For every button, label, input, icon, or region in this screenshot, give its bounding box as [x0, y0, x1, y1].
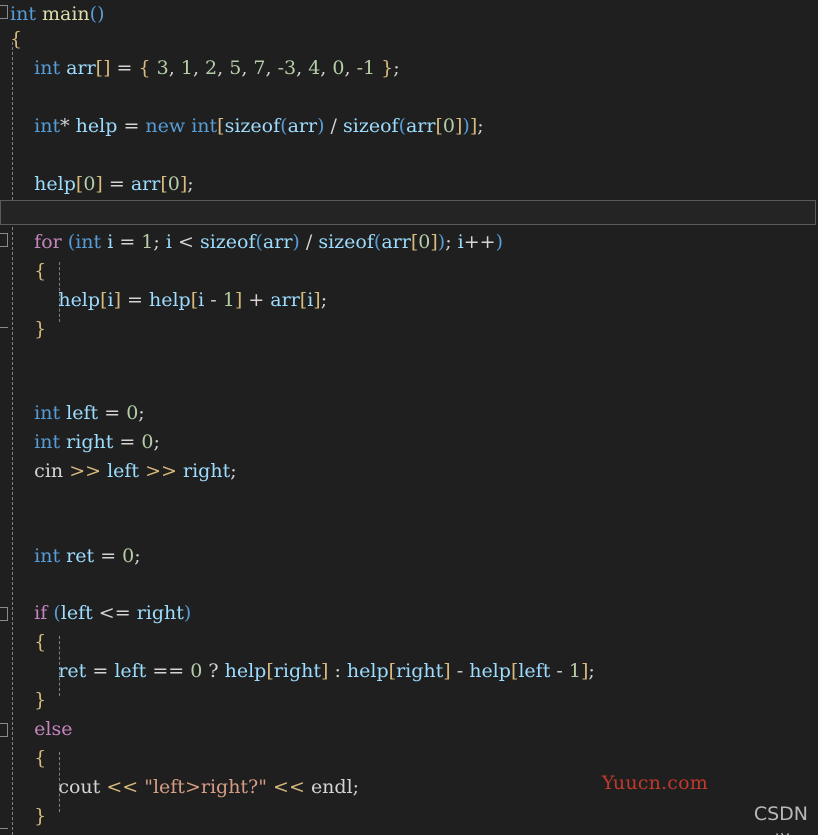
token-identifier-left: left [66, 402, 99, 424]
code-line-20[interactable]: int ret = 0; [0, 542, 818, 571]
token-keyword-int: int [10, 3, 36, 25]
code-line-11[interactable]: help[i] = help[i - 1] + arr[i]; [0, 286, 818, 315]
code-line-15[interactable]: int left = 0; [0, 399, 818, 428]
token-identifier-cout: cout [58, 776, 101, 798]
code-line-2[interactable]: { [0, 25, 818, 54]
token-keyword-for: for [34, 231, 62, 253]
token-keyword-else: else [34, 718, 73, 740]
code-line-16[interactable]: int right = 0; [0, 428, 818, 457]
code-line-10[interactable]: { [0, 257, 818, 286]
code-line-26[interactable]: else [0, 715, 818, 744]
token-identifier-cin: cin [34, 460, 64, 482]
code-editor[interactable]: int main() { int arr[] = { 3, 1, 2, 5, 7… [0, 0, 818, 835]
token-brace-open: { [10, 28, 23, 50]
token-string-literal: "left>right?" [144, 776, 267, 798]
watermark-csdn: CSDN @学代码的咸鱼 [753, 803, 808, 835]
token-identifier-ret: ret [66, 545, 95, 567]
token-identifier-sizeof: sizeof [224, 115, 281, 137]
token-identifier-help: help [75, 115, 118, 137]
code-line-7[interactable]: help[0] = arr[0]; [0, 170, 818, 199]
token-identifier-right: right [66, 431, 114, 453]
code-line-25[interactable]: } [0, 686, 818, 715]
code-line-22[interactable]: if (left <= right) [0, 599, 818, 628]
token-identifier-arr: arr [66, 57, 96, 79]
code-line-5[interactable]: int* help = new int[sizeof(arr) / sizeof… [0, 112, 818, 141]
token-identifier-i: i [107, 231, 114, 253]
code-line-12[interactable]: } [0, 315, 818, 344]
token-parens: () [89, 3, 105, 25]
code-line-23[interactable]: { [0, 628, 818, 657]
code-line-29[interactable]: } [0, 802, 818, 831]
token-keyword-new: new [145, 115, 186, 137]
token-keyword-if: if [34, 602, 48, 624]
token-identifier-endl: endl [310, 776, 353, 798]
code-text-area[interactable]: int main() { int arr[] = { 3, 1, 2, 5, 7… [0, 0, 818, 835]
code-line-9[interactable]: for (int i = 1; i < sizeof(arr) / sizeof… [0, 228, 818, 257]
code-line-24[interactable]: ret = left == 0 ? help[right] : help[rig… [0, 657, 818, 686]
token-function-main: main [42, 3, 90, 25]
watermark-site: Yuucn.com [601, 772, 708, 794]
code-line-3[interactable]: int arr[] = { 3, 1, 2, 5, 7, -3, 4, 0, -… [0, 54, 818, 83]
code-line-17[interactable]: cin >> left >> right; [0, 457, 818, 486]
